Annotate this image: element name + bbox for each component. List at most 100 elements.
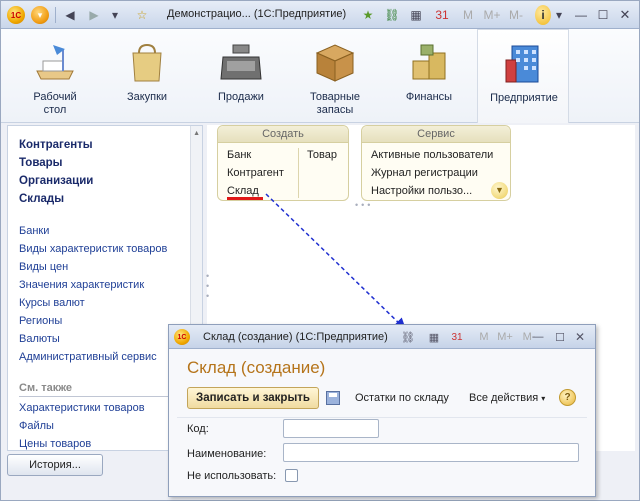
minimize-icon[interactable]: — xyxy=(531,329,545,345)
save-icon[interactable] xyxy=(326,391,340,405)
calculator-icon[interactable]: ▦ xyxy=(427,329,441,345)
nav-item-counterparties[interactable]: Контрагенты xyxy=(19,139,93,151)
event-log-link[interactable]: Журнал регистрации xyxy=(371,167,478,179)
link-icon[interactable]: ⛓ xyxy=(383,5,401,25)
toolbar-separator xyxy=(55,7,56,23)
section-label: Закупки xyxy=(126,91,168,103)
help-icon[interactable]: ? xyxy=(559,389,576,406)
favorites-star-icon[interactable]: ☆ xyxy=(133,5,151,25)
section-sales[interactable]: Продажи xyxy=(195,29,287,121)
name-input[interactable] xyxy=(283,443,579,462)
nav-link-banks[interactable]: Банки xyxy=(19,225,49,237)
warehouse-create-window: 1С Склад (создание) (1С:Предприятие) ⛓ ▦… xyxy=(168,324,596,497)
history-dropdown-icon[interactable]: ▾ xyxy=(107,5,123,25)
section-label: Рабочий стол xyxy=(33,91,77,116)
memory-minus-button[interactable]: M- xyxy=(505,5,527,25)
expand-chevron-icon[interactable]: ▼ xyxy=(491,182,508,199)
add-favorite-icon[interactable]: ★ xyxy=(359,5,377,25)
coins-icon xyxy=(412,44,446,80)
nav-link-admin-service[interactable]: Административный сервис xyxy=(19,351,157,363)
section-enterprise[interactable]: Предприятие xyxy=(477,29,569,123)
group-create-title: Создать xyxy=(218,126,348,143)
calculator-icon[interactable]: ▦ xyxy=(407,5,425,25)
calendar-icon[interactable]: 31 xyxy=(449,329,465,345)
nav-item-goods[interactable]: Товары xyxy=(19,157,62,169)
section-label: Продажи xyxy=(218,91,264,103)
nav-link-exchange-rates[interactable]: Курсы валют xyxy=(19,297,85,309)
info-dropdown-icon[interactable]: ▾ xyxy=(553,5,565,25)
calendar-icon[interactable]: 31 xyxy=(433,5,451,25)
sections-panel: Рабочий стол Закупки Продажи Товарные за… xyxy=(1,29,639,123)
child-title-bar: 1С Склад (создание) (1С:Предприятие) ⛓ ▦… xyxy=(169,325,595,349)
nav-link-characteristic-types[interactable]: Виды характеристик товаров xyxy=(19,243,167,255)
nav-item-warehouses[interactable]: Склады xyxy=(19,193,64,205)
forward-arrow-icon[interactable]: ▶ xyxy=(85,5,103,25)
box-icon xyxy=(315,44,355,82)
create-counterparty-link[interactable]: Контрагент xyxy=(227,167,284,179)
nav-link-price-types[interactable]: Виды цен xyxy=(19,261,68,273)
code-input[interactable] xyxy=(283,419,379,438)
back-arrow-icon[interactable]: ◀ xyxy=(61,5,79,25)
section-label: Финансы xyxy=(405,91,453,103)
unused-label: Не использовать: xyxy=(187,470,277,482)
scroll-up-icon[interactable]: ▲ xyxy=(193,130,200,137)
maximize-icon[interactable]: ☐ xyxy=(553,329,567,345)
section-inventory[interactable]: Товарные запасы xyxy=(289,29,381,121)
section-desktop[interactable]: Рабочий стол xyxy=(9,29,101,121)
create-bank-link[interactable]: Банк xyxy=(227,149,251,161)
maximize-icon[interactable]: ☐ xyxy=(595,5,611,25)
building-icon xyxy=(505,45,539,83)
desk-lamp-icon xyxy=(36,45,74,80)
memory-plus-button[interactable]: M+ xyxy=(495,329,515,345)
nav-link-currencies[interactable]: Валюты xyxy=(19,333,60,345)
memory-m-button[interactable]: M xyxy=(459,5,477,25)
app-logo-icon[interactable]: 1С xyxy=(7,6,25,24)
column-separator xyxy=(298,148,299,198)
create-warehouse-link[interactable]: Склад xyxy=(227,185,259,197)
highlight-underline xyxy=(227,197,263,200)
all-actions-label: Все действия xyxy=(469,392,539,404)
link-icon[interactable]: ⛓ xyxy=(401,329,415,345)
section-label: Товарные запасы xyxy=(309,91,361,116)
unused-checkbox[interactable] xyxy=(285,469,298,482)
main-menu-icon[interactable]: ▾ xyxy=(31,6,49,24)
group-service-title: Сервис xyxy=(362,126,510,143)
shopping-bag-icon xyxy=(132,43,162,82)
section-purchases[interactable]: Закупки xyxy=(101,29,193,121)
nav-see-also-prices[interactable]: Цены товаров xyxy=(19,438,91,450)
close-icon[interactable]: ✕ xyxy=(573,329,587,345)
window-title: Демонстрацио... (1С:Предприятие) xyxy=(167,8,347,20)
form-heading: Склад (создание) xyxy=(187,358,326,377)
name-label: Наименование: xyxy=(187,448,267,460)
memory-plus-button[interactable]: M+ xyxy=(481,5,503,25)
memory-m-button[interactable]: M xyxy=(477,329,491,345)
nav-link-characteristic-values[interactable]: Значения характеристик xyxy=(19,279,144,291)
child-window-title: Склад (создание) (1С:Предприятие) xyxy=(203,331,388,343)
close-icon[interactable]: ✕ xyxy=(617,5,633,25)
section-label: Предприятие xyxy=(490,92,558,104)
info-icon[interactable]: i xyxy=(535,5,551,25)
history-button[interactable]: История... xyxy=(7,454,103,476)
nav-item-organizations[interactable]: Организации xyxy=(19,175,93,187)
nav-link-regions[interactable]: Регионы xyxy=(19,315,62,327)
create-goods-link[interactable]: Товар xyxy=(307,149,337,161)
section-finance[interactable]: Финансы xyxy=(383,29,475,121)
chevron-down-icon: ▾ xyxy=(541,394,546,403)
divider xyxy=(19,396,189,397)
divider xyxy=(177,417,587,418)
title-bar: 1С ▾ ◀ ▶ ▾ ☆ Демонстрацио... (1С:Предпри… xyxy=(1,1,639,29)
code-label: Код: xyxy=(187,423,209,435)
all-actions-menu[interactable]: Все действия ▾ xyxy=(469,392,545,404)
stock-balance-link[interactable]: Остатки по складу xyxy=(355,392,449,404)
minimize-icon[interactable]: — xyxy=(573,5,589,25)
group-service: Сервис Активные пользователи Журнал реги… xyxy=(361,125,511,201)
splitter-dots[interactable]: ••• xyxy=(206,271,212,301)
active-users-link[interactable]: Активные пользователи xyxy=(371,149,493,161)
save-and-close-button[interactable]: Записать и закрыть xyxy=(187,387,319,409)
app-logo-icon[interactable]: 1С xyxy=(174,329,190,345)
user-settings-link[interactable]: Настройки пользо... xyxy=(371,185,472,197)
nav-see-also-files[interactable]: Файлы xyxy=(19,420,54,432)
group-create: Создать Банк Контрагент Склад Товар xyxy=(217,125,349,201)
nav-see-also-characteristics[interactable]: Характеристики товаров xyxy=(19,402,145,414)
splitter-dots[interactable]: ••• xyxy=(355,200,373,210)
